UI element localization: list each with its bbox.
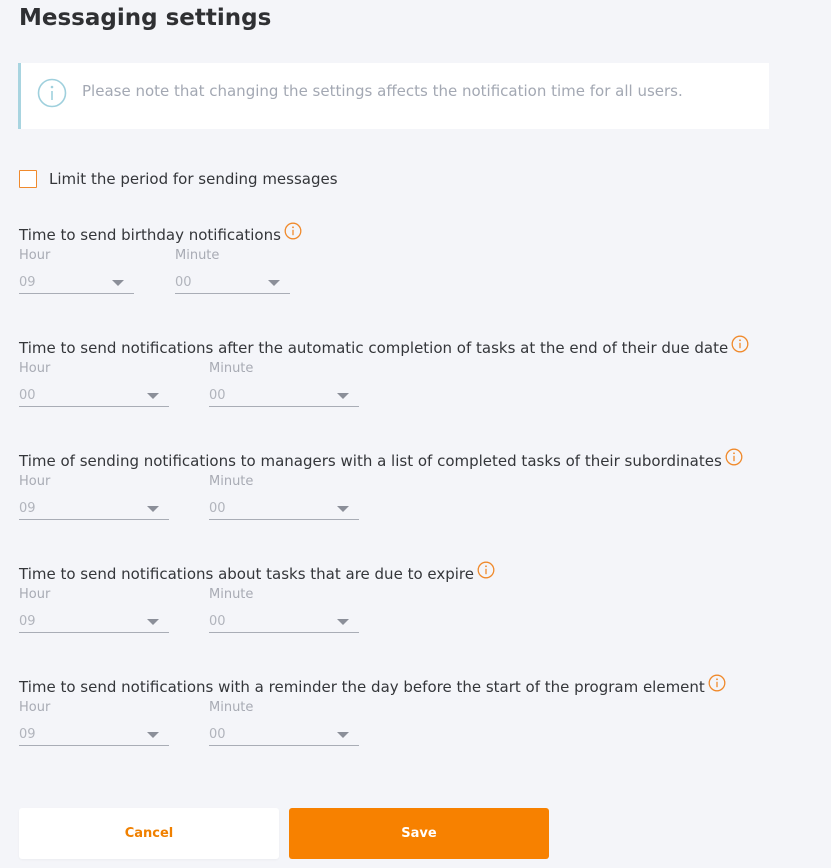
hour-select-value: 09 xyxy=(19,727,36,742)
limit-period-label[interactable]: Limit the period for sending messages xyxy=(49,170,338,188)
info-icon[interactable] xyxy=(725,448,743,466)
limit-period-checkbox[interactable] xyxy=(19,170,37,188)
minute-label: Minute xyxy=(209,474,254,489)
hour-select[interactable]: 09 xyxy=(19,272,134,294)
limit-period-checkbox-row[interactable]: Limit the period for sending messages xyxy=(19,170,338,188)
info-icon[interactable] xyxy=(731,335,749,353)
info-notice: Please note that changing the settings a… xyxy=(18,63,769,129)
hour-select-value: 00 xyxy=(19,388,36,403)
program-reminder-notification-section: Time to send notifications with a remind… xyxy=(19,674,726,746)
minute-select-value: 00 xyxy=(209,388,226,403)
chevron-down-icon xyxy=(147,393,159,399)
hour-label: Hour xyxy=(19,248,51,263)
section-title: Time of sending notifications to manager… xyxy=(19,452,722,470)
chevron-down-icon xyxy=(147,619,159,625)
minute-select-value: 00 xyxy=(209,614,226,629)
chevron-down-icon xyxy=(112,280,124,286)
minute-select[interactable]: 00 xyxy=(209,611,359,633)
minute-label: Minute xyxy=(175,248,220,263)
hour-select[interactable]: 09 xyxy=(19,611,169,633)
section-title: Time to send notifications with a remind… xyxy=(19,678,705,696)
hour-select-value: 09 xyxy=(19,501,36,516)
minute-select[interactable]: 00 xyxy=(209,498,359,520)
chevron-down-icon xyxy=(337,732,349,738)
info-icon[interactable] xyxy=(708,674,726,692)
expiring-tasks-notification-section: Time to send notifications about tasks t… xyxy=(19,561,495,633)
cancel-button[interactable]: Cancel xyxy=(19,808,279,859)
hour-label: Hour xyxy=(19,700,51,715)
minute-label: Minute xyxy=(209,587,254,602)
chevron-down-icon xyxy=(337,506,349,512)
info-icon[interactable] xyxy=(477,561,495,579)
hour-select[interactable]: 09 xyxy=(19,498,169,520)
minute-select[interactable]: 00 xyxy=(209,724,359,746)
minute-select-value: 00 xyxy=(209,501,226,516)
hour-label: Hour xyxy=(19,474,51,489)
minute-select[interactable]: 00 xyxy=(209,385,359,407)
managers-notification-section: Time of sending notifications to manager… xyxy=(19,448,743,520)
section-title: Time to send notifications after the aut… xyxy=(19,339,729,357)
chevron-down-icon xyxy=(147,506,159,512)
section-title: Time to send birthday notifications xyxy=(19,226,281,244)
hour-select[interactable]: 09 xyxy=(19,724,169,746)
save-button[interactable]: Save xyxy=(289,808,549,859)
hour-select-value: 09 xyxy=(19,275,36,290)
hour-select[interactable]: 00 xyxy=(19,385,169,407)
chevron-down-icon xyxy=(337,393,349,399)
birthday-notification-section: Time to send birthday notifications Hour… xyxy=(19,222,302,294)
section-title: Time to send notifications about tasks t… xyxy=(19,565,474,583)
minute-select[interactable]: 00 xyxy=(175,272,290,294)
info-icon[interactable] xyxy=(284,222,302,240)
minute-select-value: 00 xyxy=(209,727,226,742)
task-completion-notification-section: Time to send notifications after the aut… xyxy=(19,335,749,407)
minute-select-value: 00 xyxy=(175,275,192,290)
minute-label: Minute xyxy=(209,361,254,376)
hour-label: Hour xyxy=(19,587,51,602)
hour-select-value: 09 xyxy=(19,614,36,629)
hour-label: Hour xyxy=(19,361,51,376)
notice-text: Please note that changing the settings a… xyxy=(82,82,683,100)
chevron-down-icon xyxy=(147,732,159,738)
page-title: Messaging settings xyxy=(19,5,272,31)
minute-label: Minute xyxy=(209,700,254,715)
chevron-down-icon xyxy=(337,619,349,625)
chevron-down-icon xyxy=(268,280,280,286)
info-icon xyxy=(37,78,67,108)
